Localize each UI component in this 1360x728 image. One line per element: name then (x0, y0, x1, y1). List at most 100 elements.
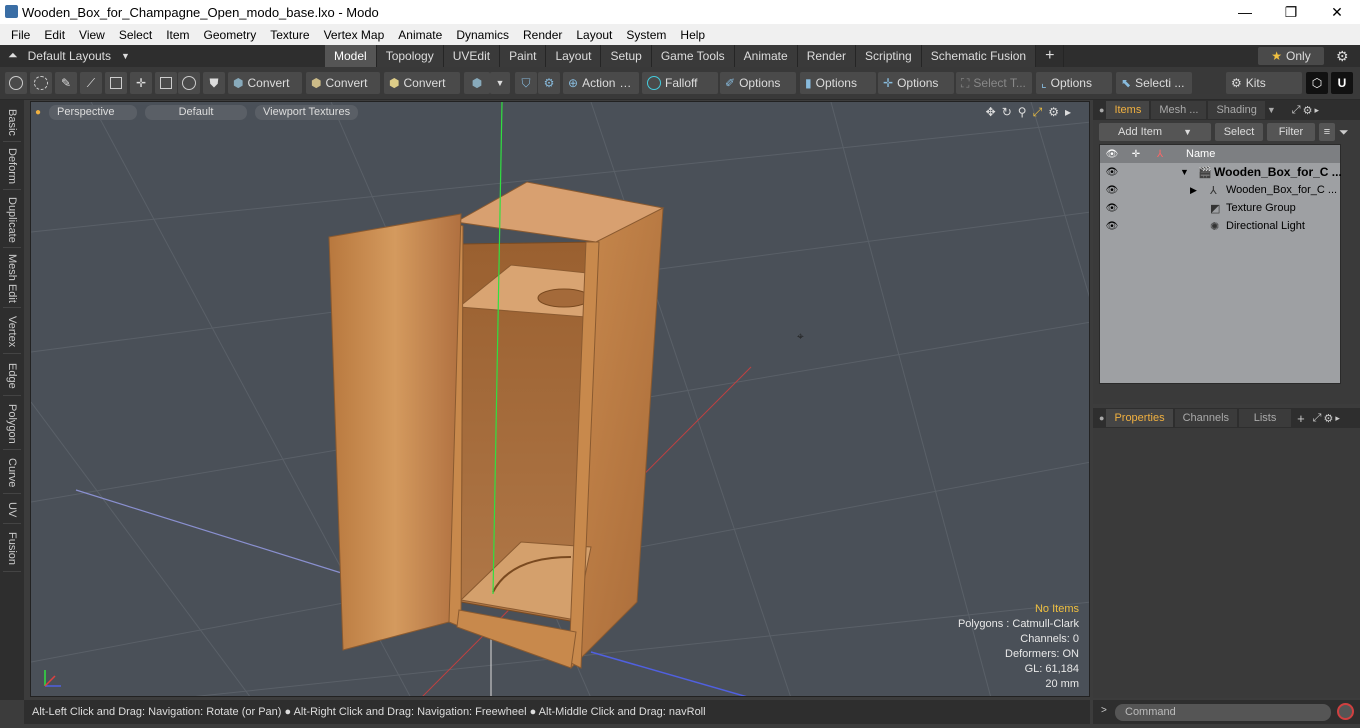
select-materials-button[interactable] (105, 72, 127, 94)
tab-game-tools[interactable]: Game Tools (651, 45, 735, 67)
menu-dynamics[interactable]: Dynamics (449, 28, 516, 42)
gear-shield-button[interactable]: ⚙ (538, 72, 560, 94)
select-through-button[interactable]: ⛶ Select T... (956, 72, 1032, 94)
zoom-icon[interactable]: ⚲ (1018, 105, 1027, 120)
menu-system[interactable]: System (619, 28, 673, 42)
chevron-right-icon[interactable]: ▸ (1065, 105, 1071, 120)
chevron-down-icon[interactable]: ▼ (1267, 105, 1276, 115)
vtab-basic[interactable]: Basic (3, 104, 21, 142)
tab-properties[interactable]: Properties (1106, 409, 1173, 427)
vtab-vertex[interactable]: Vertex (3, 310, 21, 354)
menu-texture[interactable]: Texture (263, 28, 316, 42)
unreal-button[interactable]: U (1331, 72, 1353, 94)
menu-file[interactable]: File (4, 28, 37, 42)
unity-button[interactable]: ⬡ (1306, 72, 1328, 94)
vtab-fusion[interactable]: Fusion (3, 526, 21, 572)
tab-paint[interactable]: Paint (500, 45, 547, 67)
chevron-right-icon[interactable]: ▸ (1314, 105, 1319, 116)
falloff-button[interactable]: Falloff (642, 72, 718, 94)
mesh-type-dropdown[interactable]: ▼ (490, 72, 510, 94)
kits-button[interactable]: ⚙ Kits (1226, 72, 1302, 94)
record-icon[interactable] (1337, 703, 1354, 720)
vtab-uv[interactable]: UV (3, 496, 21, 524)
tab-scripting[interactable]: Scripting (856, 45, 922, 67)
mesh-type-button[interactable]: ⬢ (464, 72, 490, 94)
expand-arrow-icon[interactable]: ▶ (1190, 185, 1197, 196)
add-tab-button[interactable]: + (1036, 45, 1065, 67)
menu-item[interactable]: Item (159, 28, 196, 42)
eye-icon[interactable]: 👁 (1100, 221, 1124, 232)
menu-vertex-map[interactable]: Vertex Map (317, 28, 392, 42)
shield-button[interactable]: ⛊ (203, 72, 225, 94)
menu-geometry[interactable]: Geometry (197, 28, 264, 42)
add-item-button[interactable]: Add Item ▼ (1099, 123, 1211, 141)
minimize-button[interactable]: — (1222, 0, 1268, 24)
select-edges-button[interactable] (30, 72, 52, 94)
center-button[interactable]: ✛ (130, 72, 152, 94)
symmetry-button[interactable] (178, 72, 200, 94)
tab-animate[interactable]: Animate (734, 45, 798, 67)
filter-button[interactable]: Filter (1267, 123, 1315, 141)
tab-model[interactable]: Model (325, 45, 377, 67)
gear-icon[interactable]: ⚙ (1323, 412, 1333, 425)
list-options-button[interactable]: ≡ (1319, 123, 1335, 141)
close-button[interactable]: ✕ (1314, 0, 1360, 24)
tab-topology[interactable]: Topology (376, 45, 444, 67)
options-button-4[interactable]: ⌞ Options (1036, 72, 1112, 94)
eye-icon[interactable]: 👁 (1100, 203, 1124, 214)
gear-icon[interactable]: ⚙ (1336, 48, 1349, 65)
funnel-icon[interactable]: ⏷ (1339, 125, 1349, 140)
perspective-dropdown[interactable]: Perspective (49, 104, 138, 120)
fit-icon[interactable]: ⤢ (1033, 105, 1043, 120)
menu-select[interactable]: Select (112, 28, 159, 42)
tab-layout[interactable]: Layout (546, 45, 602, 67)
snap-button[interactable] (155, 72, 177, 94)
menu-render[interactable]: Render (516, 28, 569, 42)
pan-icon[interactable]: ✥ (986, 105, 996, 120)
menu-help[interactable]: Help (673, 28, 712, 42)
convert-button-1[interactable]: ⬢ Convert (228, 72, 302, 94)
expand-panel-icon[interactable]: ⤢ (1313, 412, 1322, 425)
tab-uvedit[interactable]: UVEdit (443, 45, 501, 67)
vtab-mesh-edit[interactable]: Mesh Edit (3, 250, 21, 308)
tab-channels[interactable]: Channels (1174, 409, 1238, 427)
expand-panel-icon[interactable]: ⤢ (1292, 104, 1301, 117)
options-button-2[interactable]: ▮ Options (800, 72, 876, 94)
menu-view[interactable]: View (72, 28, 112, 42)
shading-default-dropdown[interactable]: Default (145, 104, 248, 120)
convert-button-3[interactable]: ⬢ Convert (384, 72, 460, 94)
selection-button[interactable]: ⬉ Selecti ... (1116, 72, 1192, 94)
rotate-icon[interactable]: ↻ (1002, 105, 1012, 120)
expand-arrow-icon[interactable]: ▼ (1180, 167, 1189, 177)
chevron-right-icon[interactable]: ▸ (1335, 413, 1340, 424)
viewport-dot-icon[interactable]: ● (35, 107, 41, 118)
vtab-duplicate[interactable]: Duplicate (3, 192, 21, 248)
select-vertices-button[interactable] (5, 72, 27, 94)
tree-row-mesh[interactable]: 👁 ▶ ⅄ Wooden_Box_for_C ... (1100, 181, 1340, 199)
menu-layout[interactable]: Layout (569, 28, 619, 42)
action-center-button[interactable]: ⊕ Action… (563, 72, 639, 94)
tab-shading[interactable]: Shading (1208, 101, 1265, 119)
collapse-icon[interactable]: ⏶ (8, 48, 18, 63)
vtab-edge[interactable]: Edge (3, 356, 21, 396)
tab-render[interactable]: Render (797, 45, 857, 67)
tree-row-texture-group[interactable]: 👁 ◩ Texture Group (1100, 199, 1340, 217)
vtab-deform[interactable]: Deform (3, 144, 21, 190)
tab-schematic-fusion[interactable]: Schematic Fusion (921, 45, 1037, 67)
tab-items[interactable]: Items (1106, 101, 1150, 119)
select-items-button[interactable]: ⟋ (80, 72, 102, 94)
gear-icon[interactable]: ⚙ (1048, 105, 1059, 120)
menu-animate[interactable]: Animate (391, 28, 449, 42)
3d-viewport[interactable]: ⌖ ● Perspective Default Viewport Texture… (30, 101, 1090, 697)
default-layouts-dropdown[interactable]: ⏶ Default Layouts ▼ (8, 48, 130, 63)
options-button-1[interactable]: ✐ Options (720, 72, 796, 94)
gear-icon[interactable]: ⚙ (1303, 104, 1313, 117)
vtab-polygon[interactable]: Polygon (3, 398, 21, 450)
tree-row-directional-light[interactable]: 👁 ✺ Directional Light (1100, 217, 1340, 235)
add-tab-button[interactable]: + (1297, 411, 1305, 426)
command-input[interactable]: Command (1115, 704, 1331, 721)
select-button[interactable]: Select (1215, 123, 1263, 141)
options-button-3[interactable]: ✛ Options (878, 72, 954, 94)
eye-icon[interactable]: 👁 (1100, 185, 1124, 196)
tab-setup[interactable]: Setup (601, 45, 652, 67)
